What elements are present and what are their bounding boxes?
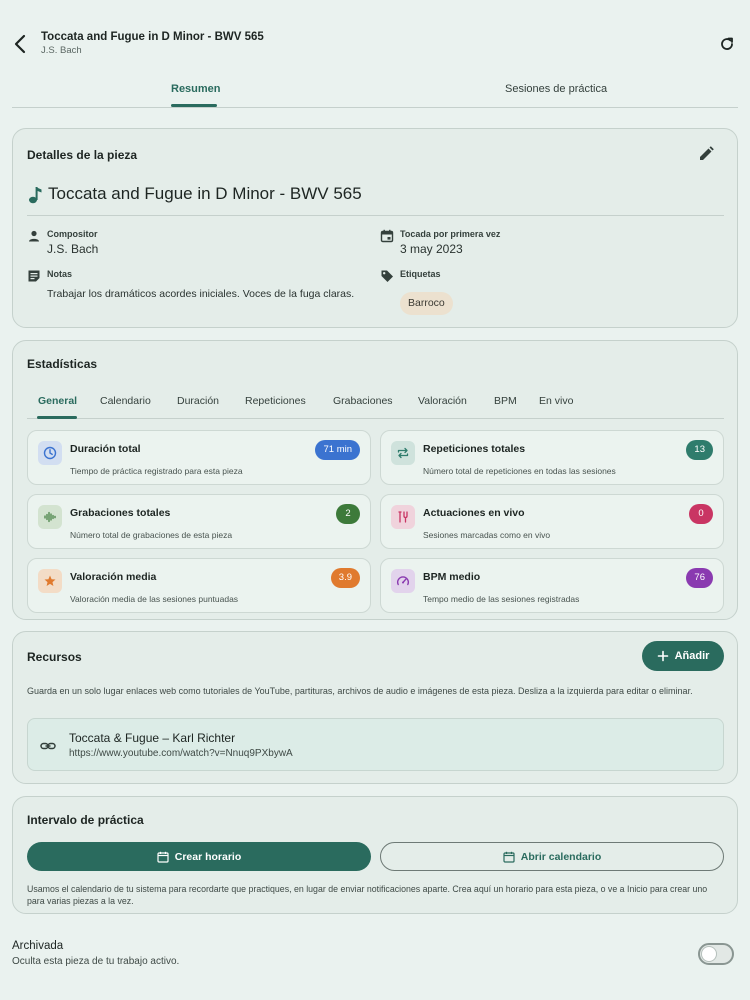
stats-tab-duracion[interactable]: Duración [177,395,219,407]
clock-icon [38,441,62,465]
open-calendar-button[interactable]: Abrir calendario [380,842,724,871]
stat-badge: 13 [686,440,713,460]
title-block: Toccata and Fugue in D Minor - BWV 565 J… [41,31,264,56]
first-played-label: Tocada por primera vez [400,229,501,239]
resource-item[interactable]: Toccata & Fugue – Karl Richter https://w… [27,718,724,771]
audio-wave-icon [38,505,62,529]
notes-value: Trabajar los dramáticos acordes iniciale… [47,288,355,300]
calendar-icon [503,851,515,863]
details-heading: Detalles de la pieza [27,148,138,162]
arrow-back-icon [14,34,26,54]
tag-icon [381,270,393,282]
main-tabs: Resumen Sesiones de práctica [12,76,738,108]
stat-badge: 2 [336,504,360,524]
stats-tab-grabaciones[interactable]: Grabaciones [333,395,393,407]
speedometer-icon [391,569,415,593]
composer-label: Compositor [47,229,98,239]
archived-title: Archivada [12,940,64,952]
stat-title: Actuaciones en vivo [423,507,525,519]
music-note-icon [29,187,42,204]
stat-title: Grabaciones totales [70,507,171,519]
tab-indicator [171,104,217,107]
calendar-add-icon [157,851,169,863]
stat-card-recordings[interactable]: Grabaciones totales Número total de grab… [27,494,371,549]
stats-tab-general[interactable]: General [38,395,77,407]
edit-button[interactable] [696,144,716,164]
resources-heading: Recursos [27,650,82,664]
back-button[interactable] [10,30,32,58]
stat-title: Duración total [70,443,141,455]
calendar-icon [380,229,394,243]
practice-interval-card: Intervalo de práctica Crear horario Abri… [12,796,738,914]
person-icon [29,230,39,242]
resource-title: Toccata & Fugue – Karl Richter [69,731,236,745]
stat-description: Número total de grabaciones de esta piez… [70,530,233,540]
stat-description: Valoración media de las sesiones puntuad… [70,594,239,604]
resources-description: Guarda en un solo lugar enlaces web como… [27,686,693,696]
star-icon [38,569,62,593]
refresh-button[interactable] [717,34,737,54]
stat-badge: 71 min [315,440,360,460]
first-played-value: 3 may 2023 [400,242,463,256]
stat-description: Número total de repeticiones en todas la… [423,466,616,476]
details-divider [27,215,724,216]
refresh-icon [721,37,733,50]
tab-sesiones[interactable]: Sesiones de práctica [505,83,607,95]
stat-card-repetitions[interactable]: Repeticiones totales Número total de rep… [380,430,724,485]
tags-label: Etiquetas [400,269,441,279]
open-calendar-label: Abrir calendario [520,850,602,863]
stat-title: Repeticiones totales [423,443,526,455]
stats-tab-calendario[interactable]: Calendario [100,395,151,407]
page-subtitle: J.S. Bach [41,45,82,56]
repeat-icon [391,441,415,465]
stat-badge: 0 [689,504,713,524]
piece-title: Toccata and Fugue in D Minor - BWV 565 [48,184,362,203]
stat-card-rating[interactable]: Valoración media Valoración media de las… [27,558,371,613]
stat-card-bpm[interactable]: BPM medio Tempo medio de las sesiones re… [380,558,724,613]
notes-icon [28,270,40,282]
tab-resumen[interactable]: Resumen [171,83,221,95]
page-title: Toccata and Fugue in D Minor - BWV 565 [41,31,264,43]
plus-icon [657,650,668,662]
resource-url: https://www.youtube.com/watch?v=Nnuq9PXb… [69,748,293,759]
piece-title-row: Toccata and Fugue in D Minor - BWV 565 [27,183,362,205]
stat-badge: 76 [686,568,713,588]
create-schedule-button[interactable]: Crear horario [27,842,371,871]
composer-value: J.S. Bach [47,242,99,256]
add-resource-label: Añadir [674,650,710,662]
pencil-icon [700,146,714,160]
link-icon [40,742,56,750]
tag-chip[interactable]: Barroco [400,292,453,315]
stats-tab-bpm[interactable]: BPM [494,395,517,407]
archived-description: Oculta esta pieza de tu trabajo activo. [12,956,180,967]
stat-card-live[interactable]: Actuaciones en vivo Sesiones marcadas co… [380,494,724,549]
toggle-knob [702,947,716,961]
stats-heading: Estadísticas [27,357,98,371]
resources-card: Recursos Añadir Guarda en un solo lugar … [12,631,738,784]
interval-description: Usamos el calendario de tu sistema para … [27,884,708,906]
stat-badge: 3.9 [330,568,360,588]
statistics-card: Estadísticas General Calendario Duración… [12,340,738,620]
stats-tab-valoracion[interactable]: Valoración [418,395,467,407]
stat-description: Sesiones marcadas como en vivo [423,530,551,540]
stat-card-duration[interactable]: Duración total Tiempo de práctica regist… [27,430,371,485]
archived-toggle[interactable] [698,943,734,965]
stats-tab-en-vivo[interactable]: En vivo [539,395,573,407]
interval-heading: Intervalo de práctica [27,813,144,827]
stats-tab-indicator [37,416,77,419]
stat-description: Tempo medio de las sesiones registradas [423,594,580,604]
stat-title: BPM medio [423,571,481,583]
stats-tabs-divider [27,418,724,419]
live-icon [391,505,415,529]
top-app-bar: Toccata and Fugue in D Minor - BWV 565 J… [0,0,750,70]
piece-details-card: Detalles de la pieza Toccata and Fugue i… [12,128,738,328]
add-resource-button[interactable]: Añadir [642,641,724,671]
stat-title: Valoración media [70,571,157,583]
stat-description: Tiempo de práctica registrado para esta … [70,466,243,476]
create-schedule-label: Crear horario [174,850,242,863]
stats-tab-repeticiones[interactable]: Repeticiones [245,395,306,407]
notes-label: Notas [47,269,73,279]
